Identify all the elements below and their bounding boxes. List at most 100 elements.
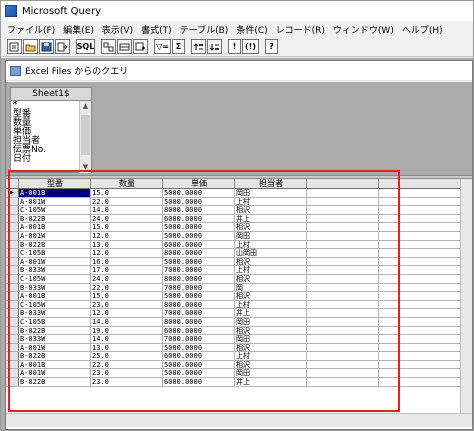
menu-format[interactable]: 書式(T) [141,23,172,36]
table-cell[interactable]: 6000.0000 [163,240,235,249]
table-cell[interactable]: 17.0 [91,266,163,274]
table-row[interactable]: B-022B 23.0 6000.0000 井上 [6,378,472,387]
table-cell[interactable]: 相沢 [235,223,307,231]
table-cell[interactable]: 井上 [235,214,307,223]
table-cell[interactable]: A-001W [19,257,91,266]
table-row[interactable]: B-022B 13.0 6000.0000 上村 [6,240,472,250]
table-cell[interactable]: 上村 [235,352,307,360]
table-cell[interactable]: 8000.0000 [163,300,235,309]
table-cell[interactable]: 5000.0000 [163,343,235,352]
table-cell[interactable]: 上村 [235,266,307,274]
row-selector[interactable] [6,231,19,240]
table-cell[interactable]: 井上 [235,309,307,317]
open-query-button[interactable] [23,39,38,54]
table-row[interactable]: C-105B 14.0 8000.0000 岡田 [6,317,472,327]
table-cell[interactable]: 5000.0000 [163,197,235,206]
table-cell[interactable]: 上村 [235,197,307,206]
table-cell[interactable]: 14.0 [91,317,163,326]
table-cell[interactable]: 相沢 [235,206,307,214]
menu-view[interactable]: 表示(V) [102,23,133,36]
table-cell[interactable]: 7000.0000 [163,283,235,292]
grid-horizontal-scrollbar[interactable] [6,413,472,427]
table-cell[interactable]: 15.0 [91,223,163,231]
row-selector[interactable] [6,360,19,369]
table-row[interactable]: C-105W 23.0 8000.0000 上村 [6,300,472,310]
table-cell[interactable]: B-022B [19,352,91,360]
empty-cell[interactable] [307,335,379,343]
table-cell[interactable]: C-105W [19,206,91,214]
menu-records[interactable]: レコード(R) [276,23,325,36]
table-cell[interactable]: C-105B [19,317,91,326]
table-cell[interactable]: 5000.0000 [163,231,235,240]
table-row[interactable]: A-001W 16.0 5000.0000 相沢 [6,257,472,267]
empty-cell[interactable] [307,249,379,257]
table-cell[interactable]: C-105W [19,300,91,309]
table-row[interactable]: A-001B 15.0 5000.0000 相沢 [6,223,472,232]
table-cell[interactable]: 6000.0000 [163,378,235,386]
empty-cell[interactable] [307,292,379,300]
table-cell[interactable]: 上村 [235,300,307,309]
scroll-down-icon[interactable]: ▼ [80,162,91,173]
column-header[interactable]: 単価 [163,179,235,188]
table-cell[interactable]: 山岡田 [235,249,307,257]
table-cell[interactable]: 7000.0000 [163,266,235,274]
table-row[interactable]: B-022B 19.0 6000.0000 相沢 [6,326,472,336]
empty-cell[interactable] [307,309,379,317]
row-selector[interactable] [6,309,19,317]
empty-cell[interactable] [307,189,379,197]
auto-query-button[interactable]: (!) [242,39,259,54]
table-cell[interactable]: A-001W [19,369,91,378]
row-selector[interactable] [6,257,19,266]
table-cell[interactable]: 5000.0000 [163,292,235,300]
table-cell[interactable]: 井上 [235,378,307,386]
table-row[interactable]: A-001W 13.0 5000.0000 相沢 [6,343,472,353]
row-selector[interactable] [6,326,19,335]
criteria-equals-button[interactable]: ▽= [154,39,171,54]
select-all-corner[interactable] [6,179,19,188]
row-selector[interactable] [6,240,19,249]
table-cell[interactable]: 6000.0000 [163,352,235,360]
scroll-up-icon[interactable]: ▲ [80,101,91,112]
scroll-thumb[interactable] [81,115,90,155]
row-selector[interactable] [6,343,19,352]
menu-criteria[interactable]: 条件(C) [236,23,267,36]
return-data-button[interactable] [55,39,70,54]
empty-cell[interactable] [307,266,379,274]
table-cell[interactable]: 5000.0000 [163,360,235,369]
table-cell[interactable]: 相沢 [235,257,307,266]
new-query-button[interactable] [7,39,22,54]
row-selector[interactable] [6,266,19,274]
field-list-scrollbar[interactable]: ▲ ▼ [79,101,91,173]
row-selector[interactable] [6,274,19,283]
help-button[interactable]: ? [265,39,278,54]
empty-cell[interactable] [307,274,379,283]
table-cell[interactable]: 相沢 [235,326,307,335]
row-selector[interactable] [6,249,19,257]
row-selector[interactable] [6,283,19,292]
table-cell[interactable]: B-022B [19,240,91,249]
table-row[interactable]: A-001W 23.0 5000.0000 岡田 [6,369,472,379]
empty-cell[interactable] [307,369,379,378]
table-cell[interactable]: 8000.0000 [163,249,235,257]
table-cell[interactable]: 24.0 [91,274,163,283]
table-cell[interactable]: 15.0 [91,292,163,300]
table-cell[interactable]: A-001W [19,197,91,206]
table-row[interactable]: A-001W 12.0 5000.0000 岡田 [6,231,472,241]
empty-cell[interactable] [307,197,379,206]
table-cell[interactable]: 25.0 [91,352,163,360]
empty-cell[interactable] [307,283,379,292]
show-criteria-button[interactable] [117,39,132,54]
empty-cell[interactable] [307,378,379,386]
table-cell[interactable]: 16.0 [91,257,163,266]
table-cell[interactable]: 15.0 [91,189,163,197]
empty-cell[interactable] [307,360,379,369]
menu-window[interactable]: ウィンドウ(W) [333,23,394,36]
table-cell[interactable]: A-001B [19,292,91,300]
table-cell[interactable]: 岡田 [235,335,307,343]
table-row[interactable]: C-105W 24.0 8000.0000 相沢 [6,274,472,284]
table-cell[interactable]: A-001B [19,223,91,231]
table-cell[interactable]: 23.0 [91,378,163,386]
table-cell[interactable]: 岡田 [235,231,307,240]
query-now-button[interactable]: ! [228,39,241,54]
row-selector[interactable] [6,335,19,343]
